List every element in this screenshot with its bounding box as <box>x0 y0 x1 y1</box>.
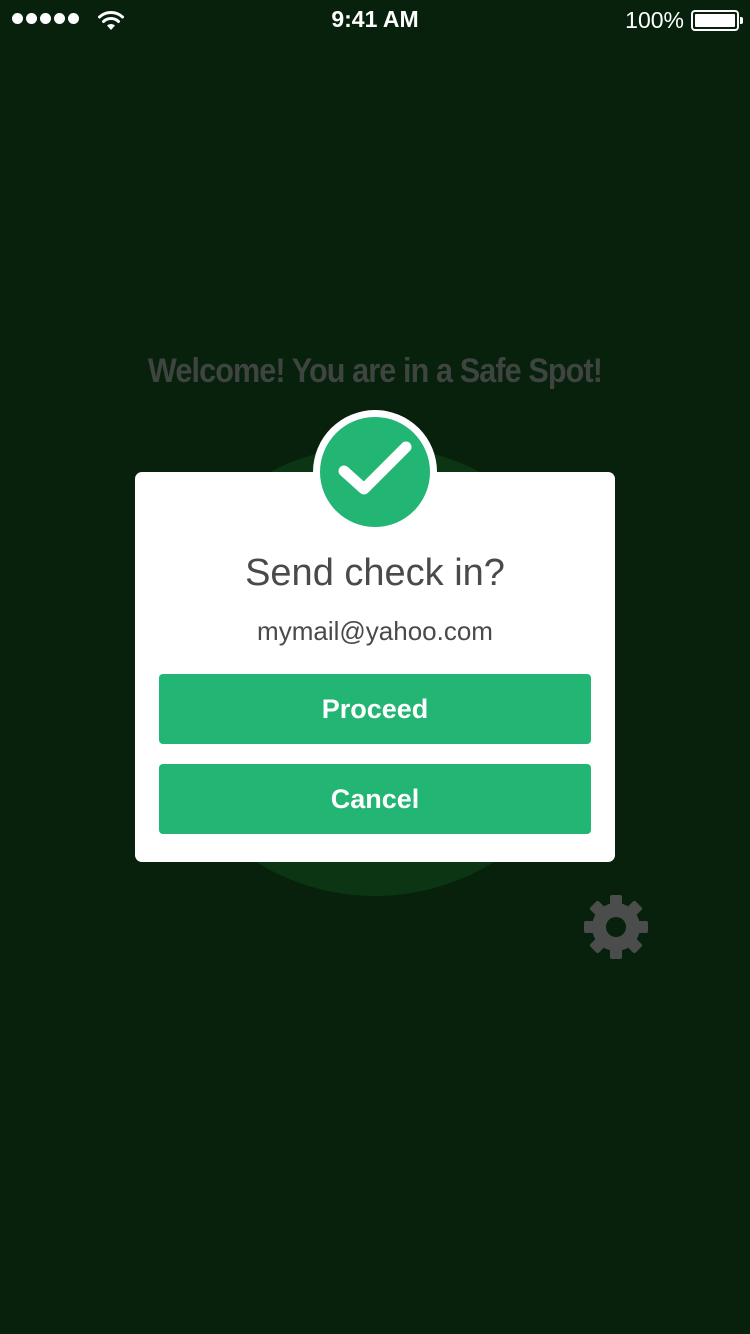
battery-icon <box>691 10 743 31</box>
check-badge <box>313 410 437 534</box>
checkmark-glyph <box>338 441 412 495</box>
welcome-heading: Welcome! You are in a Safe Spot! <box>147 352 603 390</box>
gear-icon[interactable] <box>583 894 649 960</box>
dialog-email: mymail@yahoo.com <box>257 616 493 646</box>
cancel-button[interactable]: Cancel <box>159 764 591 834</box>
dialog-title: Send check in? <box>245 552 505 594</box>
checkmark-icon <box>320 417 430 527</box>
status-bar: 9:41 AM 100% <box>0 0 750 40</box>
app-screen: 9:41 AM 100% Welcome! You are in a Safe … <box>0 0 750 1334</box>
battery-level <box>695 14 735 27</box>
battery-nub <box>740 17 743 24</box>
battery-percentage: 100% <box>625 7 684 33</box>
proceed-button[interactable]: Proceed <box>159 674 591 744</box>
